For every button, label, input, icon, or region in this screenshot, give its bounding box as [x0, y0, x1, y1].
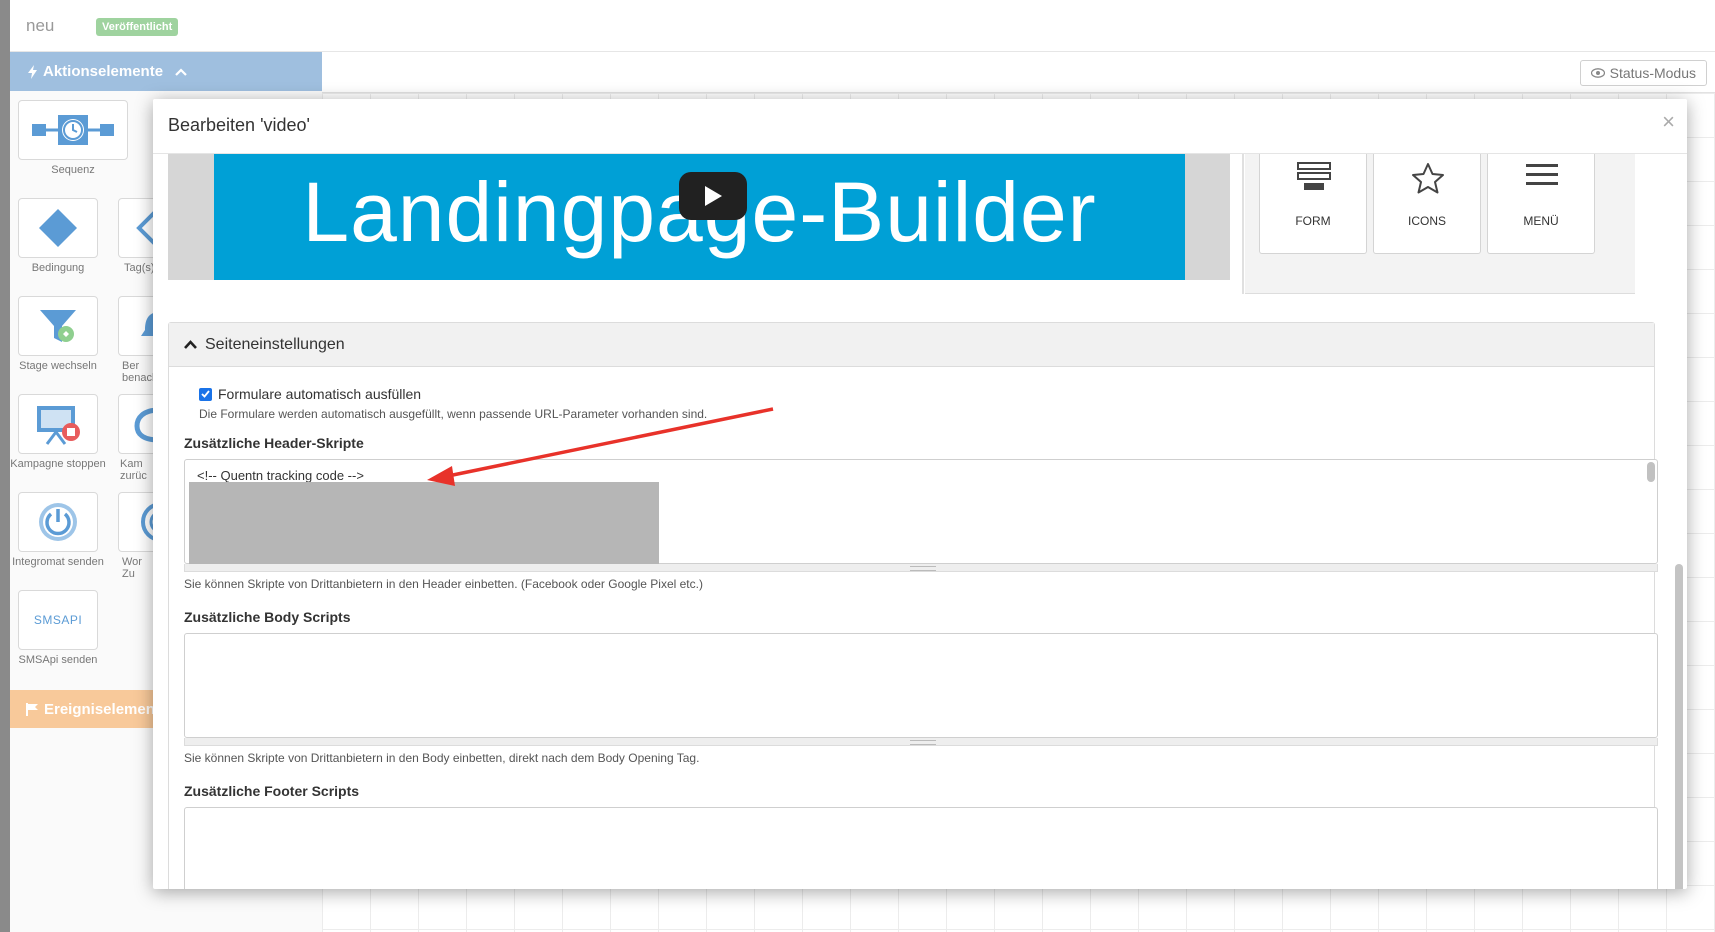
smsapi-tile[interactable]: SMSAPI [18, 590, 98, 650]
footer-scripts-textarea[interactable] [184, 807, 1658, 889]
chevron-up-icon [184, 340, 197, 349]
event-elements-title: Ereigniselemen [44, 700, 155, 718]
star-icon [1412, 163, 1444, 194]
page-title[interactable]: neu [26, 16, 54, 36]
stop-campaign-icon [37, 406, 80, 445]
lightning-icon [28, 64, 37, 79]
form-icon [1297, 162, 1331, 190]
widget-menu[interactable]: MENÜ [1487, 154, 1595, 254]
stage-change-tile[interactable] [18, 296, 98, 356]
header-scripts-resize-handle[interactable] [184, 564, 1658, 572]
body-scripts-textarea[interactable] [184, 633, 1658, 738]
status-badge: Veröffentlicht [96, 18, 179, 36]
status-mode-label: Status-Modus [1609, 65, 1696, 81]
autofill-row: Formulare automatisch ausfüllen [199, 386, 421, 402]
redacted-area [189, 482, 659, 570]
modal-title: Bearbeiten 'video' [168, 115, 310, 135]
sidebar-item-label: SMSApi senden [18, 654, 98, 666]
flag-icon [26, 702, 38, 716]
sidebar-item-label: Integromat senden [12, 556, 104, 568]
page-settings-title: Seiteneinstellungen [205, 335, 345, 353]
autofill-checkbox[interactable] [199, 387, 212, 401]
stop-campaign-tile[interactable] [18, 394, 98, 454]
header-scripts-help: Sie können Skripte von Drittanbietern in… [184, 577, 703, 591]
page-settings-header[interactable]: Seiteneinstellungen [169, 323, 1654, 367]
page-settings-panel: Seiteneinstellungen Formulare automatisc… [168, 322, 1658, 889]
sequence-tile[interactable] [18, 100, 128, 160]
checkmark-icon [201, 390, 210, 398]
sidebar-item-label: Sequenz [51, 164, 95, 176]
sidebar-item-label: Bedingung [31, 262, 85, 274]
sidebar-item-label: Ber benach [122, 360, 159, 384]
body-scripts-help: Sie können Skripte von Drittanbietern in… [184, 751, 700, 765]
sidebar-item-label: Kampagne stoppen [10, 458, 106, 470]
widget-form[interactable]: FORM [1259, 154, 1367, 254]
sidebar-item-label: Wor Zu [122, 556, 142, 580]
modal-header: Bearbeiten 'video' × [153, 99, 1687, 154]
status-mode-button[interactable]: Status-Modus [1579, 60, 1707, 86]
integromat-tile[interactable] [18, 492, 98, 552]
funnel-icon [40, 310, 76, 342]
widget-icons[interactable]: ICONS [1373, 154, 1481, 254]
sidebar-item-label: Stage wechseln [19, 360, 97, 372]
widget-menu-label: MENÜ [1523, 214, 1559, 228]
modal-scrollbar[interactable] [1675, 154, 1683, 889]
header-scripts-textarea[interactable]: <!-- Quentn tracking code --> [184, 459, 1658, 570]
smsapi-icon: SMSAPI [33, 613, 83, 627]
widget-icons-label: ICONS [1407, 214, 1446, 228]
diamond-icon [39, 209, 77, 247]
hamburger-menu-icon [1526, 164, 1558, 185]
action-elements-header[interactable]: Aktionselemente [10, 52, 322, 91]
footer-scripts-label: Zusätzliche Footer Scripts [184, 783, 360, 799]
action-elements-title: Aktionselemente [43, 63, 164, 80]
chevron-up-icon [175, 67, 187, 76]
sidebar-item-label: Tag(s) [124, 262, 155, 274]
top-bar: neu Veröffentlicht [10, 0, 1715, 52]
textarea-scrollbar[interactable] [1647, 462, 1655, 482]
power-icon [39, 503, 77, 541]
close-icon[interactable]: × [1662, 111, 1675, 133]
modal-scrollbar-thumb[interactable] [1675, 564, 1683, 889]
sequence-clock-icon [32, 115, 114, 145]
play-button[interactable] [679, 172, 747, 220]
panel-divider [1242, 154, 1244, 294]
sidebar-item-label: Kam zurüc [120, 458, 147, 482]
video-preview[interactable]: Landingpage-Builder [168, 154, 1230, 280]
play-icon [705, 186, 722, 206]
widget-form-label: FORM [1295, 214, 1331, 228]
autofill-help: Die Formulare werden automatisch ausgefü… [199, 407, 708, 421]
body-scripts-resize-handle[interactable] [184, 738, 1658, 746]
edit-modal: Bearbeiten 'video' × Landingpage-Builder… [153, 99, 1687, 889]
modal-body: Landingpage-Builder FORM ICONS MENÜ [153, 154, 1687, 889]
header-scripts-label: Zusätzliche Header-Skripte [184, 435, 364, 451]
left-rail [0, 0, 10, 932]
eye-icon [1590, 68, 1605, 78]
autofill-label[interactable]: Formulare automatisch ausfüllen [218, 386, 421, 402]
widget-panel: FORM ICONS MENÜ [1245, 154, 1635, 294]
header-scripts-code: <!-- Quentn tracking code --> [197, 468, 364, 483]
body-scripts-label: Zusätzliche Body Scripts [184, 609, 351, 625]
condition-tile[interactable] [18, 198, 98, 258]
tag-icon [136, 210, 155, 246]
